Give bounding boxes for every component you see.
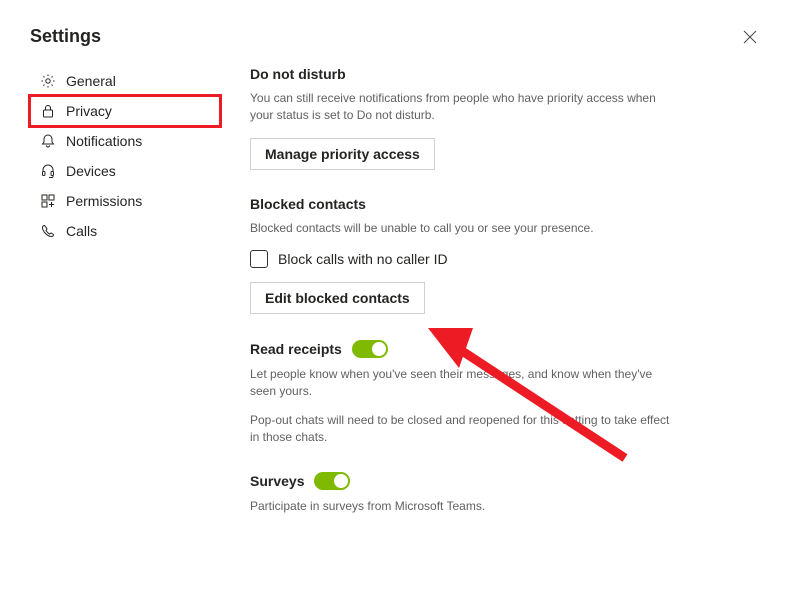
- sidebar-item-label: Permissions: [66, 193, 142, 209]
- sidebar-item-permissions[interactable]: Permissions: [30, 186, 220, 216]
- section-description: Let people know when you've seen their m…: [250, 366, 670, 400]
- section-surveys: Surveys Participate in surveys from Micr…: [250, 472, 737, 515]
- section-heading: Do not disturb: [250, 66, 737, 82]
- section-description: You can still receive notifications from…: [250, 90, 670, 124]
- checkbox-icon[interactable]: [250, 250, 268, 268]
- section-heading-text: Read receipts: [250, 341, 342, 357]
- read-receipts-toggle[interactable]: [352, 340, 388, 358]
- settings-content: Do not disturb You can still receive not…: [220, 66, 797, 540]
- section-read-receipts: Read receipts Let people know when you'v…: [250, 340, 737, 445]
- page-title: Settings: [30, 26, 101, 47]
- phone-icon: [40, 223, 56, 239]
- gear-icon: [40, 73, 56, 89]
- section-heading: Blocked contacts: [250, 196, 737, 212]
- sidebar-item-label: Privacy: [66, 103, 112, 119]
- bell-icon: [40, 133, 56, 149]
- section-do-not-disturb: Do not disturb You can still receive not…: [250, 66, 737, 170]
- lock-icon: [40, 103, 56, 119]
- close-button[interactable]: [735, 26, 765, 48]
- sidebar-item-notifications[interactable]: Notifications: [30, 126, 220, 156]
- sidebar-item-privacy[interactable]: Privacy: [30, 96, 220, 126]
- sidebar-item-label: Notifications: [66, 133, 142, 149]
- sidebar-item-label: Calls: [66, 223, 97, 239]
- headset-icon: [40, 163, 56, 179]
- apps-icon: [40, 193, 56, 209]
- section-heading-text: Surveys: [250, 473, 304, 489]
- block-no-caller-id-row[interactable]: Block calls with no caller ID: [250, 250, 737, 268]
- section-description: Blocked contacts will be unable to call …: [250, 220, 670, 237]
- section-description: Participate in surveys from Microsoft Te…: [250, 498, 670, 515]
- manage-priority-access-button[interactable]: Manage priority access: [250, 138, 435, 170]
- sidebar-item-label: General: [66, 73, 116, 89]
- sidebar-item-calls[interactable]: Calls: [30, 216, 220, 246]
- surveys-toggle[interactable]: [314, 472, 350, 490]
- section-heading: Read receipts: [250, 340, 737, 358]
- checkbox-label: Block calls with no caller ID: [278, 251, 448, 267]
- section-blocked-contacts: Blocked contacts Blocked contacts will b…: [250, 196, 737, 315]
- close-icon: [743, 30, 757, 44]
- sidebar-item-label: Devices: [66, 163, 116, 179]
- section-description-secondary: Pop-out chats will need to be closed and…: [250, 412, 670, 446]
- sidebar: General Privacy Notifications: [30, 66, 220, 540]
- edit-blocked-contacts-button[interactable]: Edit blocked contacts: [250, 282, 425, 314]
- sidebar-item-devices[interactable]: Devices: [30, 156, 220, 186]
- section-heading: Surveys: [250, 472, 737, 490]
- sidebar-item-general[interactable]: General: [30, 66, 220, 96]
- settings-header: Settings: [0, 0, 797, 66]
